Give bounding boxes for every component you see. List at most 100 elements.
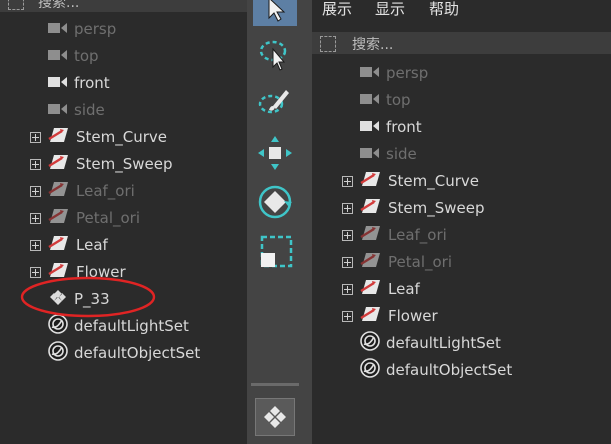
outliner-item-defaultlightset[interactable]: defaultLightSet (48, 313, 189, 339)
expand-plus-icon[interactable] (30, 239, 41, 251)
outliner-item-label: side (74, 101, 105, 119)
mash-icon (48, 289, 68, 309)
mash-icon (264, 406, 286, 428)
camera-icon (48, 47, 68, 65)
outliner-item-label: top (386, 91, 411, 109)
outliner-item-leaf[interactable]: Leaf (342, 276, 420, 302)
outliner-item-label: Petal_ori (388, 253, 452, 271)
rotate-tool-icon (258, 185, 292, 219)
mash-button[interactable] (255, 398, 295, 436)
move-tool-icon (258, 136, 292, 170)
menu-show[interactable]: 显示 (375, 0, 405, 19)
expand-plus-icon[interactable] (342, 202, 353, 214)
outliner-item-petal-ori[interactable]: Petal_ori (342, 249, 452, 275)
outliner-item-top[interactable]: top (360, 87, 411, 113)
expand-plus-icon[interactable] (342, 310, 353, 322)
lasso-select-icon (259, 40, 287, 71)
outliner-item-label: defaultObjectSet (74, 344, 201, 362)
expand-plus-icon[interactable] (342, 283, 353, 295)
outliner-item-label: Flower (76, 263, 126, 281)
menu-display[interactable]: 展示 (322, 0, 352, 19)
outliner-item-front[interactable]: front (360, 114, 422, 140)
outliner-item-stem-curve[interactable]: Stem_Curve (30, 124, 167, 150)
expand-plus-icon[interactable] (30, 158, 41, 170)
paint-select-button[interactable] (253, 80, 297, 124)
outliner-item-label: Leaf_ori (388, 226, 447, 244)
outliner-item-label: Leaf (76, 236, 108, 254)
outliner-item-p-33[interactable]: P_33 (48, 286, 110, 312)
outliner-item-side[interactable]: side (360, 141, 417, 167)
camera-icon (360, 118, 380, 136)
camera-icon (48, 20, 68, 38)
transform-icon (360, 306, 382, 326)
outliner-item-flower[interactable]: Flower (30, 259, 126, 285)
left-search-bar[interactable]: 搜索... (0, 0, 247, 12)
expand-plus-icon[interactable] (30, 185, 41, 197)
outliner-item-persp[interactable]: persp (360, 60, 428, 86)
outliner-item-defaultobjectset[interactable]: defaultObjectSet (48, 340, 200, 366)
expand-plus-icon[interactable] (342, 229, 353, 241)
expand-plus-icon[interactable] (30, 131, 41, 143)
outliner-item-label: top (74, 47, 99, 65)
outliner-item-leaf[interactable]: Leaf (30, 232, 108, 258)
outliner-item-label: front (386, 118, 422, 136)
right-search-input[interactable]: 搜索... (352, 34, 393, 54)
rotate-tool-button[interactable] (253, 180, 297, 224)
transform-icon (360, 198, 382, 218)
outliner-item-label: Leaf (388, 280, 420, 298)
outliner-item-front[interactable]: front (48, 70, 110, 96)
camera-icon (48, 74, 68, 92)
outliner-item-stem-curve[interactable]: Stem_Curve (342, 168, 479, 194)
outliner-menu-bar: 展示 显示 帮助 (312, 0, 611, 18)
outliner-item-defaultobjectset[interactable]: defaultObjectSet (360, 357, 512, 383)
expand-plus-icon[interactable] (30, 212, 41, 224)
scale-tool-button[interactable] (253, 231, 297, 275)
outliner-item-petal-ori[interactable]: Petal_ori (30, 205, 140, 231)
search-toggle-icon[interactable] (320, 36, 336, 52)
outliner-item-stem-sweep[interactable]: Stem_Sweep (342, 195, 485, 221)
select-arrow-icon (268, 0, 286, 22)
outliner-item-top[interactable]: top (48, 43, 99, 69)
set-icon (48, 341, 68, 365)
transform-icon (360, 252, 382, 272)
expand-plus-icon[interactable] (30, 266, 41, 278)
right-search-bar[interactable]: 搜索... (312, 32, 611, 54)
outliner-item-label: defaultLightSet (386, 334, 501, 352)
camera-icon (360, 91, 380, 109)
right-outliner-panel: 展示 显示 帮助 搜索... persp top front side Stem_Cur… (312, 0, 611, 444)
outliner-item-stem-sweep[interactable]: Stem_Sweep (30, 151, 173, 177)
left-search-input[interactable]: 搜索... (38, 0, 79, 12)
outliner-item-label: Leaf_ori (76, 182, 135, 200)
camera-icon (360, 145, 380, 163)
paint-select-icon (258, 90, 289, 114)
camera-icon (360, 64, 380, 82)
outliner-item-side[interactable]: side (48, 97, 105, 123)
toolbar-divider (251, 383, 299, 386)
outliner-item-label: persp (386, 64, 429, 82)
transform-icon (360, 171, 382, 191)
lasso-tool-button[interactable] (253, 33, 297, 77)
transform-icon (48, 154, 70, 174)
outliner-item-label: front (74, 74, 110, 92)
outliner-item-flower[interactable]: Flower (342, 303, 438, 329)
outliner-item-leaf-ori[interactable]: Leaf_ori (342, 222, 447, 248)
outliner-item-defaultlightset[interactable]: defaultLightSet (360, 330, 501, 356)
search-toggle-icon[interactable] (8, 0, 24, 10)
left-outliner-panel: 搜索... persp top front side Stem_Curve Stem_Sw… (0, 0, 247, 444)
select-tool-button[interactable] (253, 0, 297, 26)
outliner-item-leaf-ori[interactable]: Leaf_ori (30, 178, 135, 204)
transform-icon (48, 181, 70, 201)
transform-icon (360, 279, 382, 299)
menu-help[interactable]: 帮助 (429, 0, 459, 19)
expand-plus-icon[interactable] (342, 175, 353, 187)
outliner-item-label: P_33 (74, 290, 110, 308)
outliner-item-label: Stem_Sweep (388, 199, 485, 217)
outliner-item-persp[interactable]: persp (48, 16, 116, 42)
transform-icon (48, 262, 70, 282)
expand-plus-icon[interactable] (342, 256, 353, 268)
set-icon (360, 331, 380, 355)
set-icon (360, 358, 380, 382)
transform-icon (48, 235, 70, 255)
move-tool-button[interactable] (253, 131, 297, 175)
scale-tool-icon (260, 235, 293, 268)
